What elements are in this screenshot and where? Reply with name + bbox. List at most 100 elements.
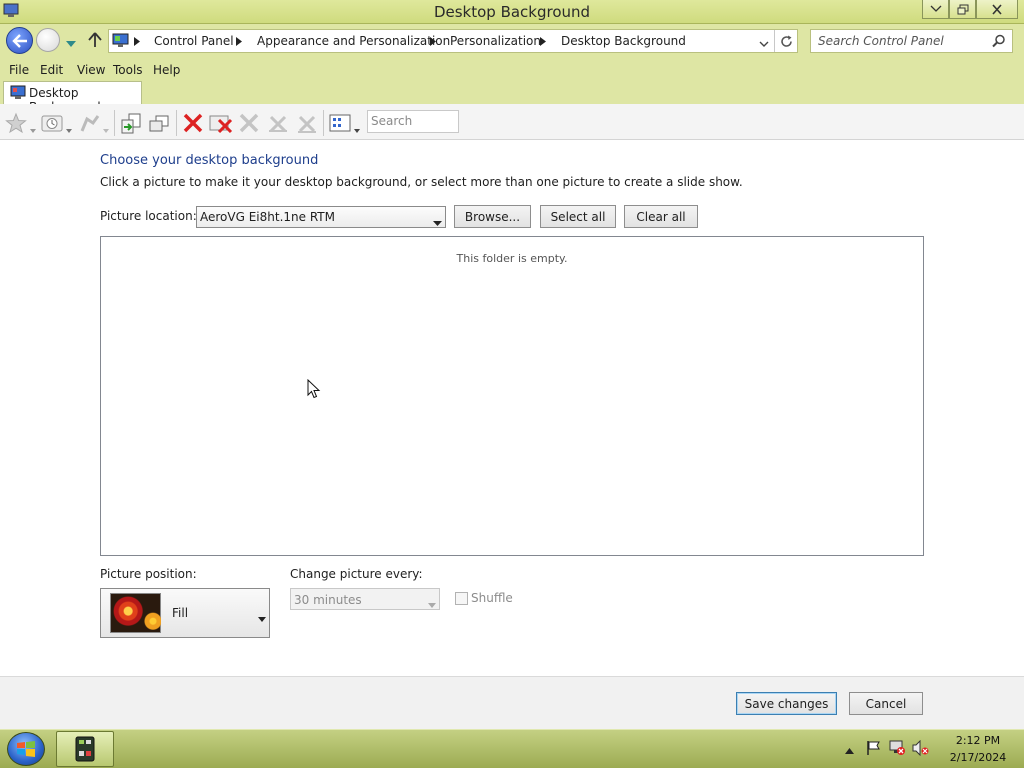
show-hidden-icons-button[interactable] (845, 743, 854, 757)
change-interval-value: 30 minutes (294, 593, 362, 607)
footer: Save changes Cancel (0, 676, 1024, 729)
chevron-right-icon[interactable] (537, 30, 549, 52)
action-center-flag-icon[interactable] (866, 740, 881, 759)
minimize-button[interactable] (922, 0, 949, 19)
refresh-icon (781, 35, 792, 47)
delete-all-icon[interactable] (209, 111, 233, 135)
menu-edit[interactable]: Edit (40, 63, 63, 77)
arrow-left-icon (11, 33, 27, 48)
menu-bar: File Edit View Tools Help (0, 60, 1024, 80)
chevron-right-icon[interactable] (427, 30, 439, 52)
search-icon[interactable] (992, 34, 1006, 51)
chevron-down-icon[interactable] (66, 122, 72, 136)
save-changes-button[interactable]: Save changes (736, 692, 837, 715)
toolbar-separator (176, 110, 177, 136)
menu-file[interactable]: File (9, 63, 29, 77)
empty-folder-message: This folder is empty. (456, 252, 568, 265)
change-interval-select[interactable]: 30 minutes (290, 588, 440, 610)
close-icon (992, 3, 1002, 15)
picture-location-label: Picture location: (100, 209, 197, 223)
search-placeholder: Search Control Panel (818, 34, 944, 48)
taskbar: 2:12 PM 2/17/2024 (0, 729, 1024, 768)
page-heading: Choose your desktop background (100, 153, 319, 168)
copy-to-icon[interactable] (119, 111, 143, 135)
taskbar-control-panel-button[interactable] (56, 731, 114, 767)
chevron-down-icon (759, 41, 769, 47)
picture-position-value: Fill (172, 606, 189, 620)
favorites-add-icon[interactable] (78, 111, 102, 135)
menu-help[interactable]: Help (153, 63, 180, 77)
forward-button[interactable] (36, 28, 60, 52)
network-icon[interactable] (889, 740, 906, 759)
restore-button[interactable] (949, 0, 976, 19)
cancel-button[interactable]: Cancel (849, 692, 923, 715)
cut-icon[interactable] (237, 111, 261, 135)
chevron-down-icon (66, 41, 76, 47)
control-panel-icon (112, 32, 129, 52)
crumb-personalization[interactable]: Personalization (450, 34, 541, 48)
clear-icon[interactable] (295, 111, 319, 135)
shuffle-checkbox[interactable] (455, 592, 468, 605)
chevron-up-icon (845, 748, 854, 754)
crumb-appearance[interactable]: Appearance and Personalization (257, 34, 450, 48)
picture-position-label: Picture position: (100, 567, 197, 581)
content-area: Choose your desktop background Click a p… (0, 140, 1024, 676)
history-clock-icon[interactable] (40, 111, 64, 135)
move-to-icon[interactable] (147, 111, 171, 135)
chevron-down-icon (930, 5, 941, 12)
search-control-panel-field[interactable]: Search Control Panel (810, 29, 1013, 53)
arrow-up-icon (88, 32, 102, 47)
instruction-text: Click a picture to make it your desktop … (100, 175, 743, 189)
up-button[interactable] (88, 32, 102, 51)
picture-location-select[interactable]: AeroVG Ei8ht.1ne RTM (196, 206, 446, 228)
chevron-down-icon (258, 611, 266, 625)
fill-preview-thumbnail (110, 593, 161, 633)
clock-date[interactable]: 2/17/2024 (940, 751, 1016, 764)
chevron-down-icon[interactable] (30, 122, 36, 136)
clock-time[interactable]: 2:12 PM (940, 734, 1016, 747)
browse-button[interactable]: Browse... (454, 205, 531, 228)
chevron-down-icon[interactable] (354, 122, 360, 136)
toolbar-separator (323, 110, 324, 136)
clear-all-button[interactable]: Clear all (624, 205, 698, 228)
select-all-button[interactable]: Select all (540, 205, 616, 228)
back-button[interactable] (6, 27, 33, 54)
windows-logo-icon (17, 741, 35, 757)
view-options-icon[interactable] (328, 111, 352, 135)
picture-position-select[interactable]: Fill (100, 588, 270, 638)
close-button[interactable] (976, 0, 1018, 19)
chevron-down-icon (428, 597, 436, 611)
monitor-icon (10, 85, 26, 103)
address-dropdown[interactable] (759, 37, 769, 51)
remove-icon[interactable] (266, 111, 290, 135)
chevron-down-icon (433, 215, 442, 229)
toolbar-search-input[interactable]: Search (367, 110, 459, 133)
window-title: Desktop Background (433, 3, 591, 21)
shuffle-label: Shuffle (471, 591, 513, 605)
title-bar: Desktop Background (0, 0, 1024, 24)
crumb-desktop-background[interactable]: Desktop Background (561, 34, 686, 48)
toolbar-separator (114, 110, 115, 136)
tab-bar: Desktop Background (0, 80, 1024, 114)
picture-list[interactable]: This folder is empty. (100, 236, 924, 556)
volume-muted-icon[interactable] (912, 739, 929, 759)
chevron-down-icon[interactable] (103, 122, 109, 136)
control-panel-icon (75, 736, 95, 762)
chevron-right-icon[interactable] (131, 30, 143, 52)
menu-view[interactable]: View (77, 63, 105, 77)
chevron-right-icon[interactable] (233, 30, 245, 52)
recent-pages-dropdown[interactable] (66, 37, 76, 51)
refresh-button[interactable] (774, 30, 798, 52)
mouse-pointer-icon (307, 378, 321, 402)
breadcrumb: Control Panel Appearance and Personaliza… (108, 29, 798, 53)
menu-tools[interactable]: Tools (113, 63, 143, 77)
start-button[interactable] (7, 732, 45, 766)
picture-location-value: AeroVG Ei8ht.1ne RTM (200, 210, 335, 224)
change-picture-label: Change picture every: (290, 567, 423, 581)
favorites-star-icon[interactable] (4, 111, 28, 135)
delete-icon[interactable] (181, 111, 205, 135)
tab-desktop-background[interactable]: Desktop Background (3, 81, 142, 114)
restore-icon (957, 4, 968, 14)
crumb-control-panel[interactable]: Control Panel (154, 34, 234, 48)
thumbnail-flower (141, 608, 161, 632)
